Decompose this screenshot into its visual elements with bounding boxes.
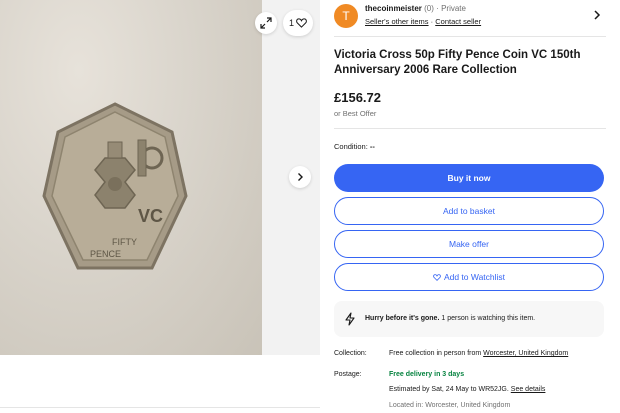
seller-card[interactable]: T thecoinmeister (0) · Private Seller's …: [334, 4, 606, 32]
collection-text: Free collection in person from: [389, 350, 484, 357]
seller-feedback: (0): [424, 4, 434, 13]
urgency-detail: 1 person is watching this item.: [441, 315, 536, 322]
item-title: Victoria Cross 50p Fifty Pence Coin VC 1…: [334, 49, 581, 76]
coin-image: VC FIFTY PENCE: [42, 102, 188, 270]
item-location: Located in: Worcester, United Kingdom: [389, 402, 511, 409]
expand-icon: [260, 17, 272, 29]
seller-avatar: T: [334, 4, 358, 28]
coin-fifty-text: FIFTY: [112, 237, 137, 247]
seller-info: thecoinmeister (0) · Private: [365, 4, 466, 13]
estimated-delivery: Estimated by Sat, 24 May to WR52JG. See …: [389, 386, 545, 393]
condition-label: Condition:: [334, 142, 368, 151]
seller-links: Seller's other items · Contact seller: [365, 17, 481, 26]
next-image-button[interactable]: [289, 166, 311, 188]
postage-label: Postage:: [334, 371, 362, 378]
contact-seller-link[interactable]: Contact seller: [435, 17, 481, 26]
urgency-text: Hurry before it's gone. 1 person is watc…: [365, 315, 535, 322]
image-gallery: VC FIFTY PENCE 1: [0, 0, 320, 355]
seller-separator: ·: [436, 4, 439, 13]
watch-count: 1: [288, 18, 294, 28]
buy-it-now-button[interactable]: Buy it now: [334, 164, 604, 192]
coin-vc-text: VC: [138, 206, 163, 226]
heart-icon: [296, 18, 307, 28]
item-price: £156.72: [334, 90, 381, 105]
watch-count-button[interactable]: 1: [283, 10, 313, 36]
seller-other-items-link[interactable]: Seller's other items: [365, 17, 429, 26]
divider: [334, 128, 606, 129]
free-delivery: Free delivery in 3 days: [389, 371, 465, 378]
estimated-text: Estimated by Sat, 24 May to WR52JG.: [389, 386, 511, 393]
seller-name: thecoinmeister: [365, 4, 422, 13]
seller-type: Private: [441, 4, 466, 13]
urgency-banner: Hurry before it's gone. 1 person is watc…: [334, 301, 604, 337]
chevron-right-icon[interactable]: [592, 10, 602, 20]
condition-row: Condition: --: [334, 142, 375, 151]
divider: [334, 36, 606, 37]
collection-label: Collection:: [334, 350, 367, 357]
expand-image-button[interactable]: [255, 12, 277, 34]
best-offer-note: or Best Offer: [334, 109, 377, 118]
chevron-right-icon: [298, 173, 303, 181]
make-offer-button[interactable]: Make offer: [334, 230, 604, 258]
urgency-headline: Hurry before it's gone.: [365, 315, 440, 322]
see-details-link[interactable]: See details: [511, 386, 546, 393]
add-to-watchlist-button[interactable]: Add to Watchlist: [334, 263, 604, 291]
lightning-icon: [345, 312, 355, 326]
gallery-divider: [0, 407, 320, 408]
condition-value: --: [369, 142, 375, 151]
collection-location-link[interactable]: Worcester, United Kingdom: [483, 350, 568, 357]
heart-icon: [433, 273, 441, 281]
seller-link-separator: ·: [430, 17, 434, 26]
add-to-basket-button[interactable]: Add to basket: [334, 197, 604, 225]
item-photo[interactable]: VC FIFTY PENCE: [0, 0, 262, 355]
watchlist-label: Add to Watchlist: [443, 272, 506, 282]
collection-value: Free collection in person from Worcester…: [389, 350, 568, 357]
coin-pence-text: PENCE: [90, 249, 121, 259]
